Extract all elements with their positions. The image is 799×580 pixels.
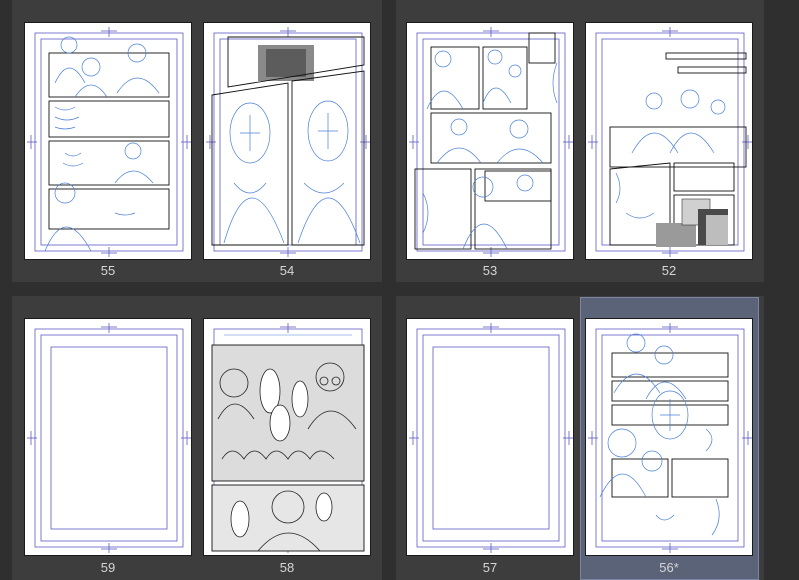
page-thumbnail-52[interactable] [585,22,753,260]
page-thumbnail-56[interactable] [585,318,753,556]
page-number-label: 58 [279,560,295,575]
page-59-artwork [27,323,191,553]
page-53-artwork [409,27,573,257]
page-58-artwork [211,323,365,553]
page-thumbnail-58[interactable] [203,318,371,556]
page-52-artwork [588,27,752,257]
page-thumbnail-54[interactable] [203,22,371,260]
page-number-label: 56* [659,560,679,575]
page-number-label: 59 [100,560,116,575]
page-57-artwork [409,323,573,553]
page-thumbnail-59[interactable] [24,318,192,556]
page-54-artwork [206,27,370,257]
page-55-artwork [27,27,191,257]
page-number-label: 54 [279,263,295,278]
page-thumbnail-55[interactable] [24,22,192,260]
page-thumbnail-53[interactable] [406,22,574,260]
page-number-label: 55 [100,263,116,278]
page-number-label: 53 [482,263,498,278]
page-56-artwork [588,323,752,553]
page-thumbnail-57[interactable] [406,318,574,556]
page-number-label: 57 [482,560,498,575]
page-number-label: 52 [661,263,677,278]
